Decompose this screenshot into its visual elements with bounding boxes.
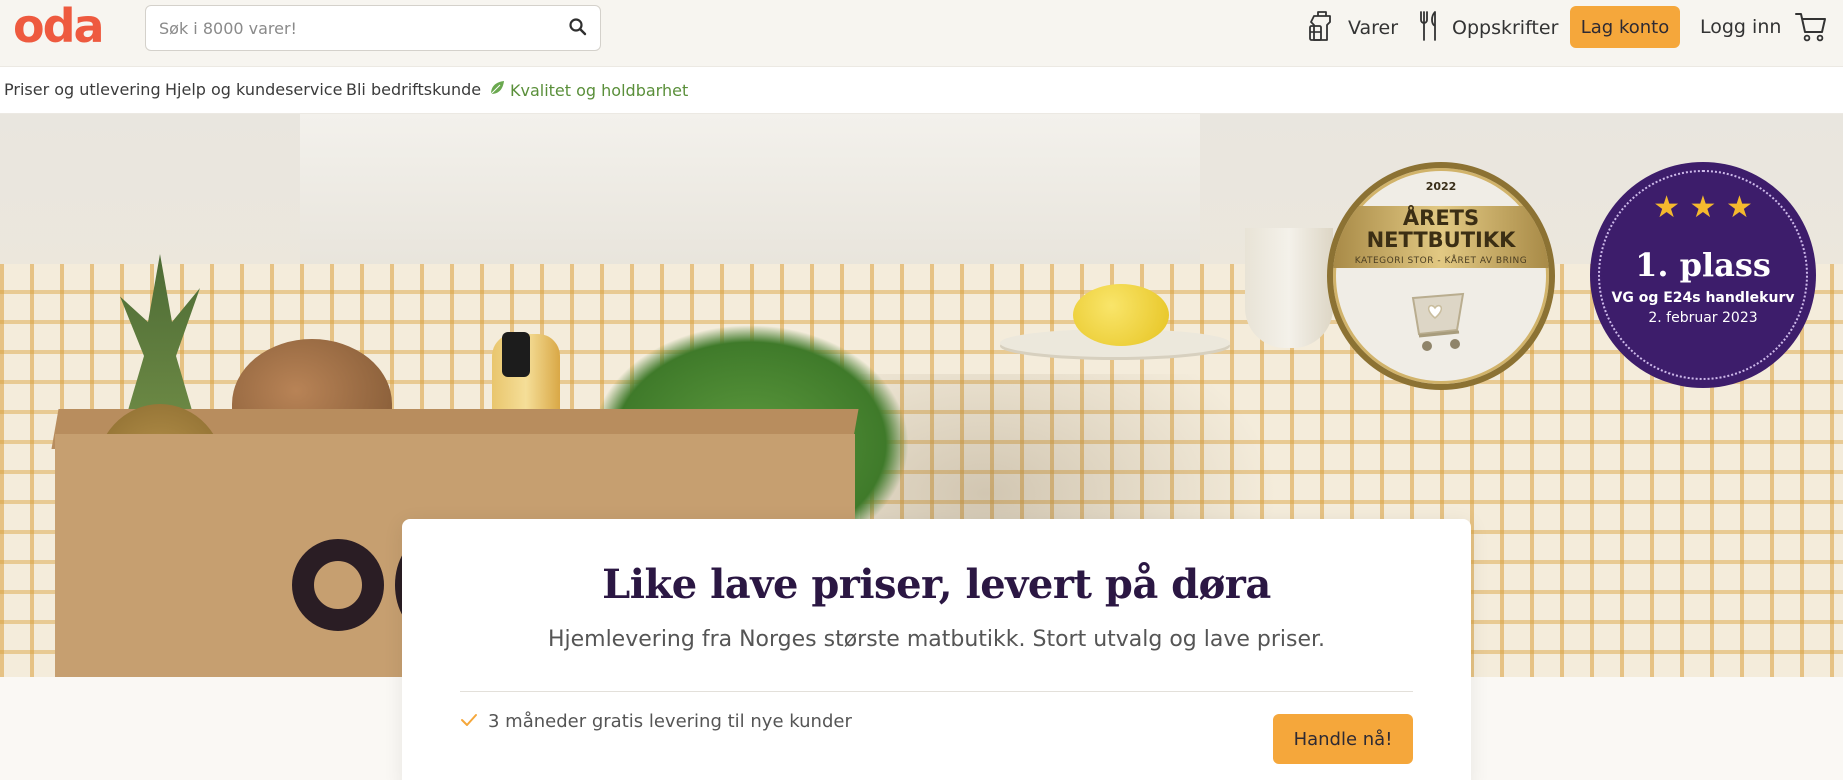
leaf-icon xyxy=(489,80,510,100)
hero-background xyxy=(300,114,1200,284)
badge-subtitle: KATEGORI STOR - KÅRET AV BRING xyxy=(1354,256,1528,266)
badge-title: 1. plass xyxy=(1635,246,1771,284)
hero-card: Like lave priser, levert på døra Hjemlev… xyxy=(402,519,1471,780)
first-place-badge: ★ ★ ★ 1. plass VG og E24s handlekurv 2. … xyxy=(1590,162,1816,388)
nav-varer[interactable]: Varer xyxy=(1308,10,1398,46)
arets-nettbutikk-badge: 2022 ÅRETS NETTBUTIKK KATEGORI STOR - KÅ… xyxy=(1327,162,1555,390)
nav-oppskrifter-label: Oppskrifter xyxy=(1452,17,1559,39)
box-logo-o xyxy=(292,539,384,631)
search-input[interactable] xyxy=(159,6,559,50)
badge-title-line2: NETTBUTIKK xyxy=(1366,228,1516,252)
vase-image xyxy=(1245,228,1333,348)
nav-varer-label: Varer xyxy=(1348,17,1399,39)
cart-icon[interactable] xyxy=(1794,10,1828,44)
shop-now-button[interactable]: Handle nå! xyxy=(1273,714,1413,764)
search-bar xyxy=(145,5,601,51)
badge-line1: VG og E24s handlekurv xyxy=(1611,290,1795,306)
secondary-nav: Priser og utlevering Hjelp og kundeservi… xyxy=(0,66,1843,114)
top-header: oda Varer Oppskrifter Lag konto Logg inn xyxy=(0,0,1843,66)
free-delivery-perk: 3 måneder gratis levering til nye kunder xyxy=(460,711,852,732)
subnav-priser[interactable]: Priser og utlevering xyxy=(4,80,161,99)
grocery-bag-icon xyxy=(1308,10,1348,47)
subnav-kvalitet-label: Kvalitet og holdbarhet xyxy=(510,80,689,100)
wine-cork-image xyxy=(502,332,530,377)
badge-cart-icon xyxy=(1405,286,1481,356)
cutlery-icon xyxy=(1418,10,1452,47)
badge-line2: 2. februar 2023 xyxy=(1648,310,1758,326)
login-link[interactable]: Logg inn xyxy=(1700,10,1781,44)
perk-text: 3 måneder gratis levering til nye kunder xyxy=(488,711,852,732)
lemon-image xyxy=(1073,284,1169,346)
badge-title-line1: ÅRETS xyxy=(1402,206,1480,230)
create-account-button[interactable]: Lag konto xyxy=(1570,6,1680,48)
subnav-hjelp[interactable]: Hjelp og kundeservice xyxy=(165,80,342,99)
nav-oppskrifter[interactable]: Oppskrifter xyxy=(1418,10,1558,46)
hero-subtitle: Hjemlevering fra Norges største matbutik… xyxy=(547,627,1326,652)
stars-icon: ★ ★ ★ xyxy=(1653,190,1753,225)
checkmark-icon xyxy=(460,711,488,732)
badge-year: 2022 xyxy=(1425,180,1457,193)
search-icon[interactable] xyxy=(568,17,590,39)
oda-logo[interactable]: oda xyxy=(13,3,105,49)
subnav-kvalitet[interactable]: Kvalitet og holdbarhet xyxy=(489,80,688,100)
subnav-bedrift[interactable]: Bli bedriftskunde xyxy=(346,80,481,99)
card-divider xyxy=(460,691,1413,692)
hero-title: Like lave priser, levert på døra xyxy=(602,561,1271,608)
